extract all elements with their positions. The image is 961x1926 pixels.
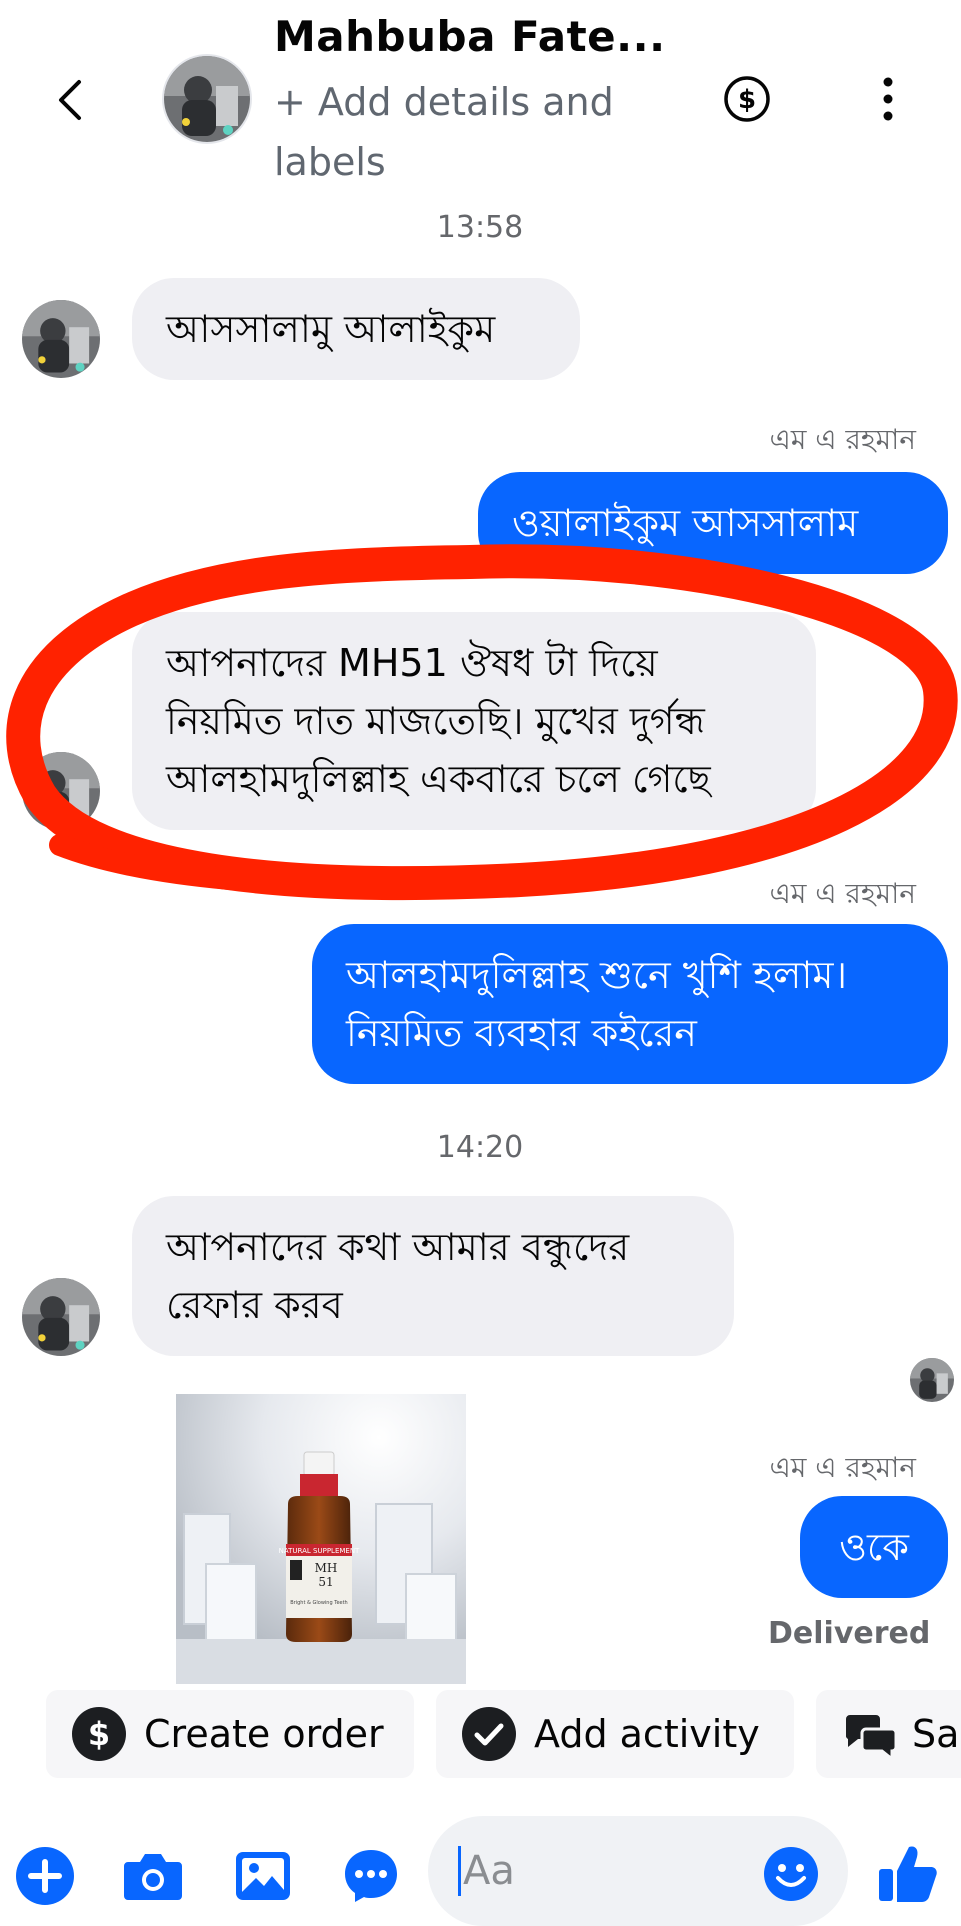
dollar-icon: $ [72, 1707, 126, 1761]
emoji-button[interactable] [760, 1843, 822, 1905]
timestamp: 14:20 [436, 1130, 524, 1165]
chat-bubbles-icon [842, 1709, 898, 1759]
message-incoming[interactable]: আপনাদের কথা আমার বন্ধুদের রেফার করব [132, 1196, 734, 1356]
timestamp: 13:58 [436, 210, 524, 245]
chevron-left-icon [59, 80, 81, 120]
check-circle-icon [462, 1707, 516, 1761]
sender-name: এম এ রহমান [769, 423, 916, 456]
add-activity-label: Add activity [534, 1712, 760, 1756]
saved-replies-button[interactable]: Sa [816, 1690, 961, 1778]
like-button[interactable] [876, 1840, 940, 1906]
delivery-status: Delivered [768, 1616, 931, 1651]
product-image[interactable]: NATURAL SUPPLEMENT MH 51 Bright & Glowin… [176, 1394, 466, 1684]
messenger-apps-button[interactable] [340, 1845, 402, 1907]
camera-icon [124, 1854, 182, 1900]
add-details-link[interactable]: + Add details and labels [274, 72, 634, 192]
add-button[interactable] [14, 1845, 76, 1907]
product-banner-text: NATURAL SUPPLEMENT [279, 1547, 360, 1555]
contact-name[interactable]: Mahbuba Fate... [274, 12, 666, 61]
dollar-circle-icon: $ [724, 76, 770, 122]
annotation-ellipse [6, 544, 958, 901]
back-button[interactable] [40, 60, 100, 140]
image-icon [236, 1852, 290, 1900]
product-label-line2: 51 [318, 1575, 333, 1589]
plus-circle-icon [16, 1847, 74, 1905]
saved-replies-label: Sa [912, 1712, 960, 1756]
read-receipt-avatar [910, 1358, 954, 1402]
contact-avatar-small[interactable] [22, 1278, 100, 1356]
product-label-line1: MH [315, 1561, 338, 1575]
thumbs-up-icon [879, 1846, 937, 1902]
create-order-label: Create order [144, 1712, 384, 1756]
gallery-button[interactable] [232, 1845, 294, 1907]
message-placeholder: Aa [463, 1848, 515, 1894]
text-caret [458, 1846, 461, 1896]
contact-avatar[interactable] [164, 56, 250, 142]
product-label-caption: Bright & Glowing Teeth [290, 1600, 347, 1606]
message-outgoing[interactable]: আলহামদুলিল্লাহ শুনে খুশি হলাম। নিয়মিত ব… [312, 924, 948, 1084]
create-order-button[interactable]: $ Create order [46, 1690, 414, 1778]
add-activity-button[interactable]: Add activity [436, 1690, 794, 1778]
message-incoming[interactable]: আসসালামু আলাইকুম [132, 278, 580, 380]
camera-button[interactable] [122, 1845, 184, 1907]
svg-text:$: $ [738, 85, 756, 115]
emoji-smile-icon [764, 1847, 818, 1901]
contact-avatar-small[interactable] [22, 300, 100, 378]
chat-dots-icon [345, 1850, 397, 1902]
sender-name: এম এ রহমান [769, 1451, 916, 1484]
message-outgoing[interactable]: ওকে [800, 1496, 948, 1598]
more-options-button[interactable] [868, 74, 908, 124]
more-vertical-icon [883, 77, 893, 121]
svg-text:$: $ [88, 1715, 110, 1753]
payment-button[interactable]: $ [722, 74, 772, 124]
